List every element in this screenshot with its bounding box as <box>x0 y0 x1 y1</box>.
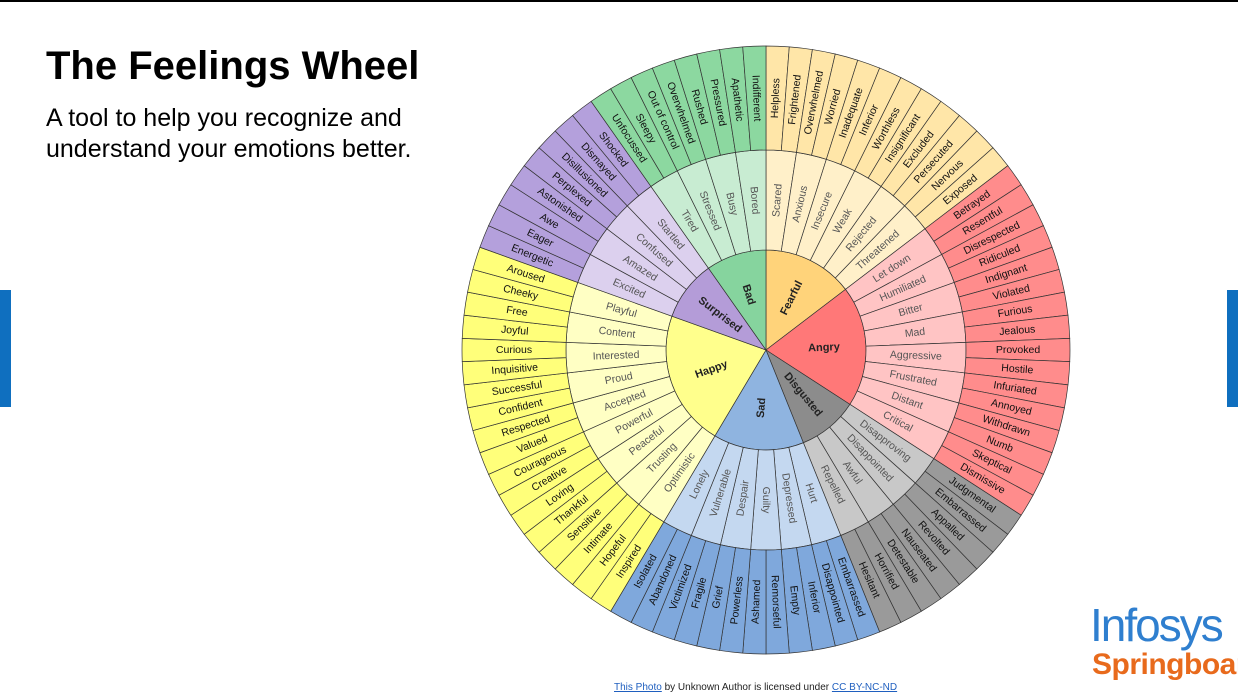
outer-label-provoked: Provoked <box>996 344 1041 356</box>
feelings-wheel: FearfulScaredHelpless FrightenedAnxiousOv… <box>461 45 1071 655</box>
middle-label-mad: Mad <box>904 326 926 340</box>
logo-line-1: Infosys <box>1090 599 1224 651</box>
middle-label-interested: Interested <box>593 349 640 363</box>
infosys-springboard-logo: Infosys Springboard <box>1090 599 1238 690</box>
outer-label-hostile: Hostile <box>1001 362 1034 376</box>
outer-label-curious: Curious <box>496 344 532 356</box>
outer-label-indifferent: Indifferent <box>749 75 763 122</box>
core-label-angry: Angry <box>808 341 841 354</box>
outer-label-remorseful: Remorseful <box>769 575 783 629</box>
middle-label-aggressive: Aggressive <box>890 349 943 363</box>
core-label-sad: Sad <box>755 397 769 418</box>
credit-text: by Unknown Author is licensed under <box>661 682 832 693</box>
middle-label-guilty: Guilty <box>760 487 772 515</box>
license-link[interactable]: CC BY-NC-ND <box>832 682 897 693</box>
image-credit: This Photo by Unknown Author is licensed… <box>614 682 897 693</box>
photo-link[interactable]: This Photo <box>614 682 662 693</box>
logo-line-2: Springboard <box>1092 648 1238 681</box>
outer-label-joyful: Joyful <box>501 324 529 338</box>
outer-label-helpless: Helpless <box>769 78 783 119</box>
outer-label-ashamed: Ashamed <box>750 579 764 624</box>
middle-label-bored: Bored <box>747 186 761 215</box>
middle-label-scared: Scared <box>770 183 785 217</box>
